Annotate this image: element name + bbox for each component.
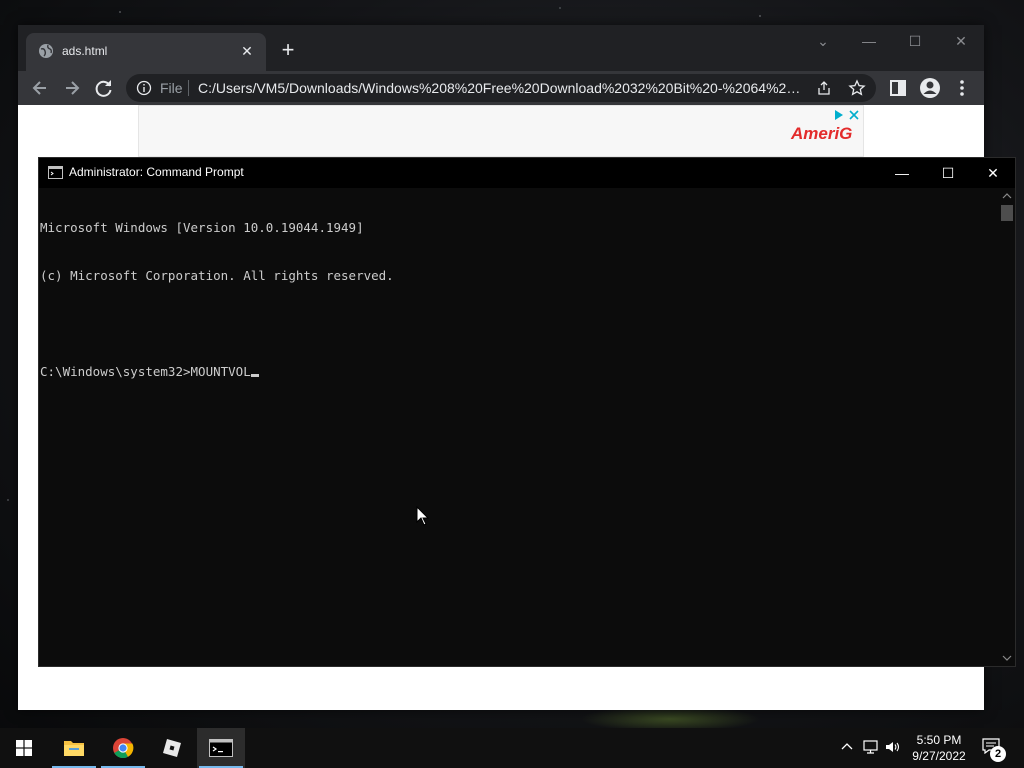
system-clock[interactable]: 5:50 PM 9/27/2022 <box>906 732 972 764</box>
browser-toolbar: File C:/Users/VM5/Downloads/Windows%208%… <box>18 71 984 105</box>
network-icon[interactable] <box>862 738 880 756</box>
back-icon[interactable] <box>28 76 52 100</box>
minimize-button[interactable]: — <box>879 158 925 188</box>
chevron-up-icon[interactable] <box>1002 191 1012 201</box>
tab-ads-html[interactable]: ads.html ✕ <box>26 33 266 71</box>
divider <box>188 80 189 96</box>
taskbar-roblox[interactable] <box>148 728 196 768</box>
minimize-button[interactable]: — <box>846 29 892 53</box>
maximize-button[interactable]: ☐ <box>925 158 971 188</box>
cmd-title: Administrator: Command Prompt <box>69 165 244 179</box>
share-icon[interactable] <box>816 80 832 96</box>
ad-logo[interactable]: AmeriG <box>791 124 852 144</box>
prompt-line: C:\Windows\system32>MOUNTVOL <box>40 364 998 380</box>
prompt-command: C:\Windows\system32>MOUNTVOL <box>40 364 251 379</box>
taskbar: 5:50 PM 9/27/2022 2 <box>0 728 1024 768</box>
vertical-scrollbar[interactable] <box>999 188 1015 666</box>
command-prompt-window: Administrator: Command Prompt — ☐ ✕ Micr… <box>38 157 1016 667</box>
close-window-button[interactable]: ✕ <box>970 158 1016 188</box>
chevron-down-icon[interactable]: ⌄ <box>800 29 846 53</box>
windows-start-icon <box>16 740 32 756</box>
cmd-icon <box>209 739 233 757</box>
taskbar-chrome[interactable] <box>99 728 147 768</box>
start-button[interactable] <box>0 728 48 768</box>
forward-icon[interactable] <box>60 76 84 100</box>
file-explorer-icon <box>64 741 84 756</box>
chevron-up-icon[interactable] <box>838 738 856 756</box>
console-output[interactable]: Microsoft Windows [Version 10.0.19044.19… <box>40 188 998 666</box>
mouse-cursor-icon <box>416 506 430 526</box>
console-line: (c) Microsoft Corporation. All rights re… <box>40 268 394 283</box>
address-bar[interactable]: File C:/Users/VM5/Downloads/Windows%208%… <box>126 74 876 102</box>
address-prefix: File <box>160 80 183 96</box>
action-center-button[interactable]: 2 <box>982 738 1006 762</box>
menu-icon[interactable] <box>950 76 974 100</box>
ad-choices-icon[interactable] <box>831 108 861 122</box>
plus-icon[interactable]: + <box>276 39 300 63</box>
console-line: Microsoft Windows [Version 10.0.19044.19… <box>40 220 364 235</box>
notification-badge: 2 <box>990 746 1006 762</box>
tab-title: ads.html <box>62 44 108 58</box>
chevron-down-icon[interactable] <box>1002 653 1012 663</box>
profile-icon[interactable] <box>918 76 942 100</box>
globe-icon <box>39 44 53 58</box>
taskbar-file-explorer[interactable] <box>50 728 98 768</box>
tab-strip: ads.html ✕ + ⌄ — ☐ ✕ <box>18 25 984 71</box>
clock-date: 9/27/2022 <box>912 749 966 763</box>
scrollbar-thumb[interactable] <box>1001 205 1013 221</box>
reload-icon[interactable] <box>92 76 116 100</box>
maximize-button[interactable]: ☐ <box>892 29 938 53</box>
text-cursor <box>250 374 259 377</box>
close-icon[interactable]: ✕ <box>238 42 256 60</box>
clock-time: 5:50 PM <box>916 733 962 747</box>
side-panel-icon[interactable] <box>886 76 910 100</box>
close-window-button[interactable]: ✕ <box>938 29 984 53</box>
taskbar-command-prompt[interactable] <box>197 728 245 768</box>
chrome-icon <box>113 738 134 759</box>
info-icon[interactable] <box>136 80 152 96</box>
ad-banner[interactable]: AmeriG <box>138 105 864 157</box>
cmd-icon <box>48 166 63 179</box>
url-text[interactable]: C:/Users/VM5/Downloads/Windows%208%20Fre… <box>198 80 808 96</box>
star-icon[interactable] <box>848 79 866 97</box>
roblox-icon <box>163 739 181 757</box>
volume-icon[interactable] <box>884 738 902 756</box>
cmd-title-bar[interactable]: Administrator: Command Prompt — ☐ ✕ <box>39 158 1015 188</box>
